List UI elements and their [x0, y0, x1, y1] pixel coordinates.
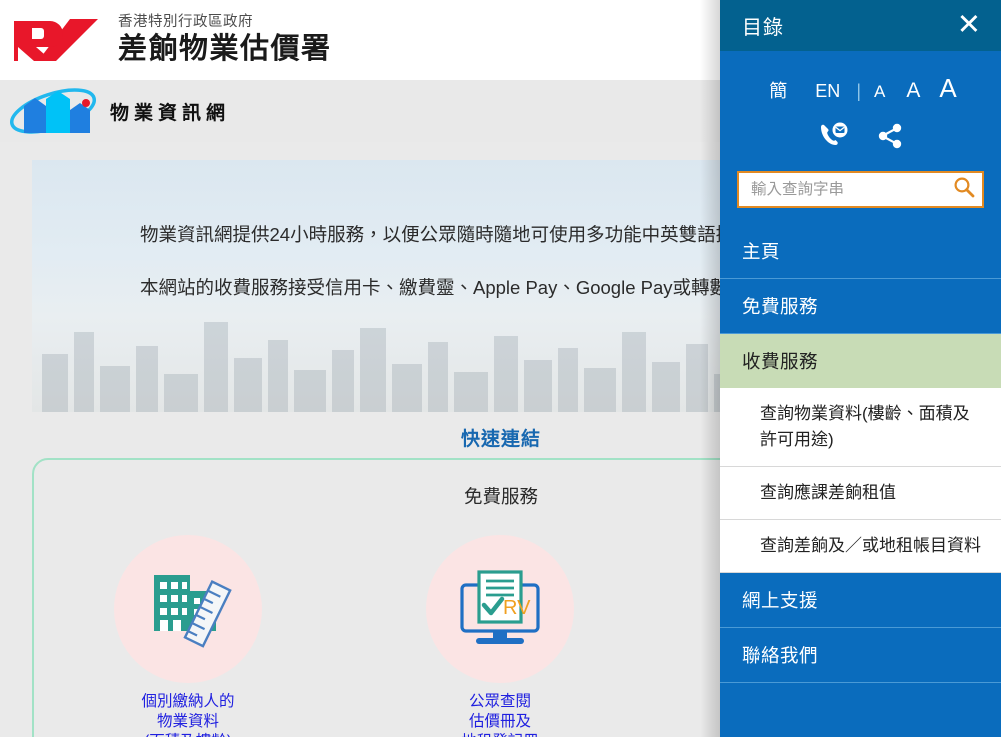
card-label-line2: 估價冊及 [468, 713, 531, 730]
page-root: 香港特別行政區政府 差餉物業估價署 物業資訊網 物業資訊網提供24小時服務，以便… [0, 0, 1001, 737]
menu-utility-bar: 簡 EN | A A A [720, 51, 1001, 110]
gov-subtitle: 香港特別行政區政府 [118, 14, 253, 31]
menu-item-list: 主頁 免費服務 收費服務 查詢物業資料(樓齡、面積及許可用途) 查詢應課差餉租值… [720, 224, 1001, 683]
card-icon-circle [114, 535, 262, 683]
menu-item-online-support[interactable]: 網上支援 [720, 573, 1001, 628]
property-information-online-logo[interactable] [6, 86, 102, 136]
card-label-line2: 物業資料 [156, 713, 219, 730]
menu-header: 目錄 ✕ [720, 0, 1001, 51]
menu-icon-bar [720, 110, 1001, 171]
card-label-line1: 個別繳納人的 [141, 693, 235, 710]
rvd-logo-icon [14, 19, 98, 61]
building-ruler-icon [154, 575, 232, 648]
buildings-orbit-icon [10, 88, 96, 134]
submenu-item-rateable-value[interactable]: 查詢應課差餉租值 [720, 467, 1001, 520]
submenu-item-rates-ground-rent-account[interactable]: 查詢差餉及／或地租帳目資料 [720, 520, 1001, 573]
menu-item-free-services[interactable]: 免費服務 [720, 279, 1001, 334]
sidebar-menu: 目錄 ✕ 簡 EN | A A A 輸入查詢字串 主頁 免費服務 收費服務 查詢… [720, 0, 1001, 737]
card-label-line3: 地租登記冊 [461, 732, 539, 737]
menu-title: 目錄 [742, 17, 784, 39]
menu-item-paid-services[interactable]: 收費服務 [720, 334, 1001, 388]
menu-item-home[interactable]: 主頁 [720, 224, 1001, 279]
search-box[interactable] [737, 171, 984, 208]
phone-mail-icon[interactable] [818, 122, 850, 155]
card-label-line1: 公眾查閱 [468, 693, 531, 710]
site-brand-name: 物業資訊網 [110, 102, 231, 124]
rvd-logo[interactable] [10, 17, 102, 63]
language-english[interactable]: EN [815, 81, 840, 102]
font-size-small[interactable]: A [874, 82, 885, 102]
menu-item-contact-us[interactable]: 聯絡我們 [720, 628, 1001, 683]
card-label-individual-payer: 個別繳納人的 物業資料 (面積及樓齡) [141, 692, 234, 737]
language-simplified-chinese[interactable]: 簡 [769, 77, 787, 103]
utility-separator: | [856, 81, 861, 101]
share-icon[interactable] [876, 122, 904, 155]
monitor-document-rv-icon: RV [460, 570, 540, 644]
gov-title: 差餉物業估價署 [118, 32, 332, 65]
svg-text:RV: RV [503, 597, 531, 619]
gov-title-block: 香港特別行政區政府 差餉物業估價署 [118, 14, 332, 66]
card-icon-circle: RV [426, 535, 574, 683]
close-icon[interactable]: ✕ [957, 11, 981, 40]
search-icon[interactable] [953, 176, 975, 203]
quick-link-card-public-inspection[interactable]: RV 公眾查閱 估價冊及 地租登記冊 [344, 535, 656, 737]
search-input[interactable] [749, 179, 953, 200]
font-size-large[interactable]: A [939, 73, 956, 104]
card-label-line3: (面積及樓齡) [141, 732, 234, 737]
card-label-public-inspection: 公眾查閱 估價冊及 地租登記冊 [461, 692, 539, 737]
submenu-item-property-information[interactable]: 查詢物業資料(樓齡、面積及許可用途) [720, 388, 1001, 467]
quick-link-card-individual-payer[interactable]: 個別繳納人的 物業資料 (面積及樓齡) [32, 535, 344, 737]
font-size-medium[interactable]: A [906, 79, 920, 103]
